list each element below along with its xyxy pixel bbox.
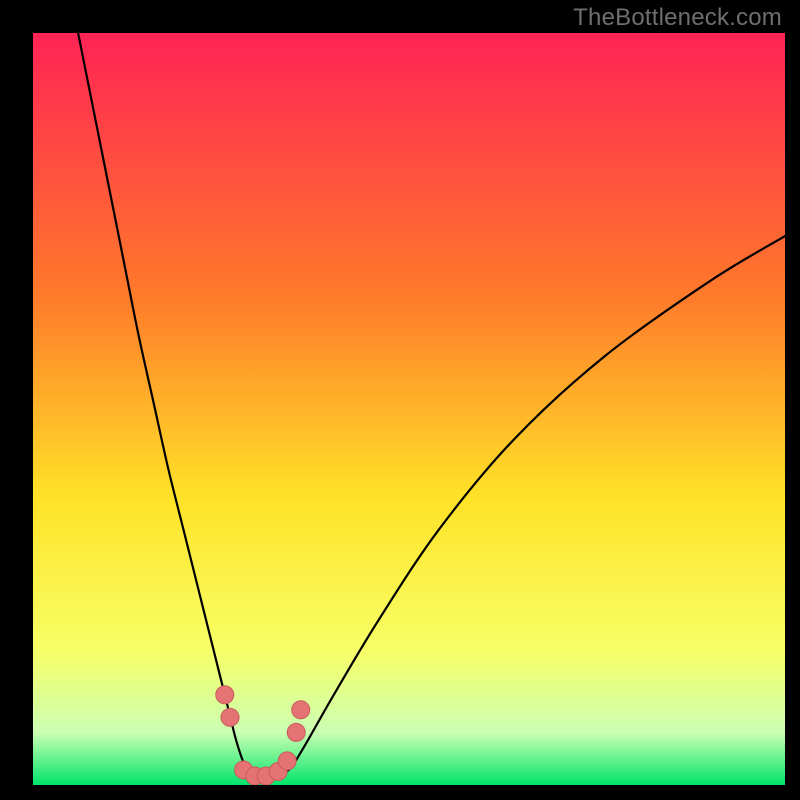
bottleneck-chart <box>33 33 785 785</box>
marker-dot <box>278 752 296 770</box>
marker-dot <box>287 723 305 741</box>
marker-dot <box>216 686 234 704</box>
plot-area <box>33 33 785 785</box>
marker-dot <box>221 708 239 726</box>
chart-frame: TheBottleneck.com <box>0 0 800 800</box>
marker-dot <box>292 701 310 719</box>
gradient-background <box>33 33 785 785</box>
watermark-text: TheBottleneck.com <box>573 4 782 32</box>
